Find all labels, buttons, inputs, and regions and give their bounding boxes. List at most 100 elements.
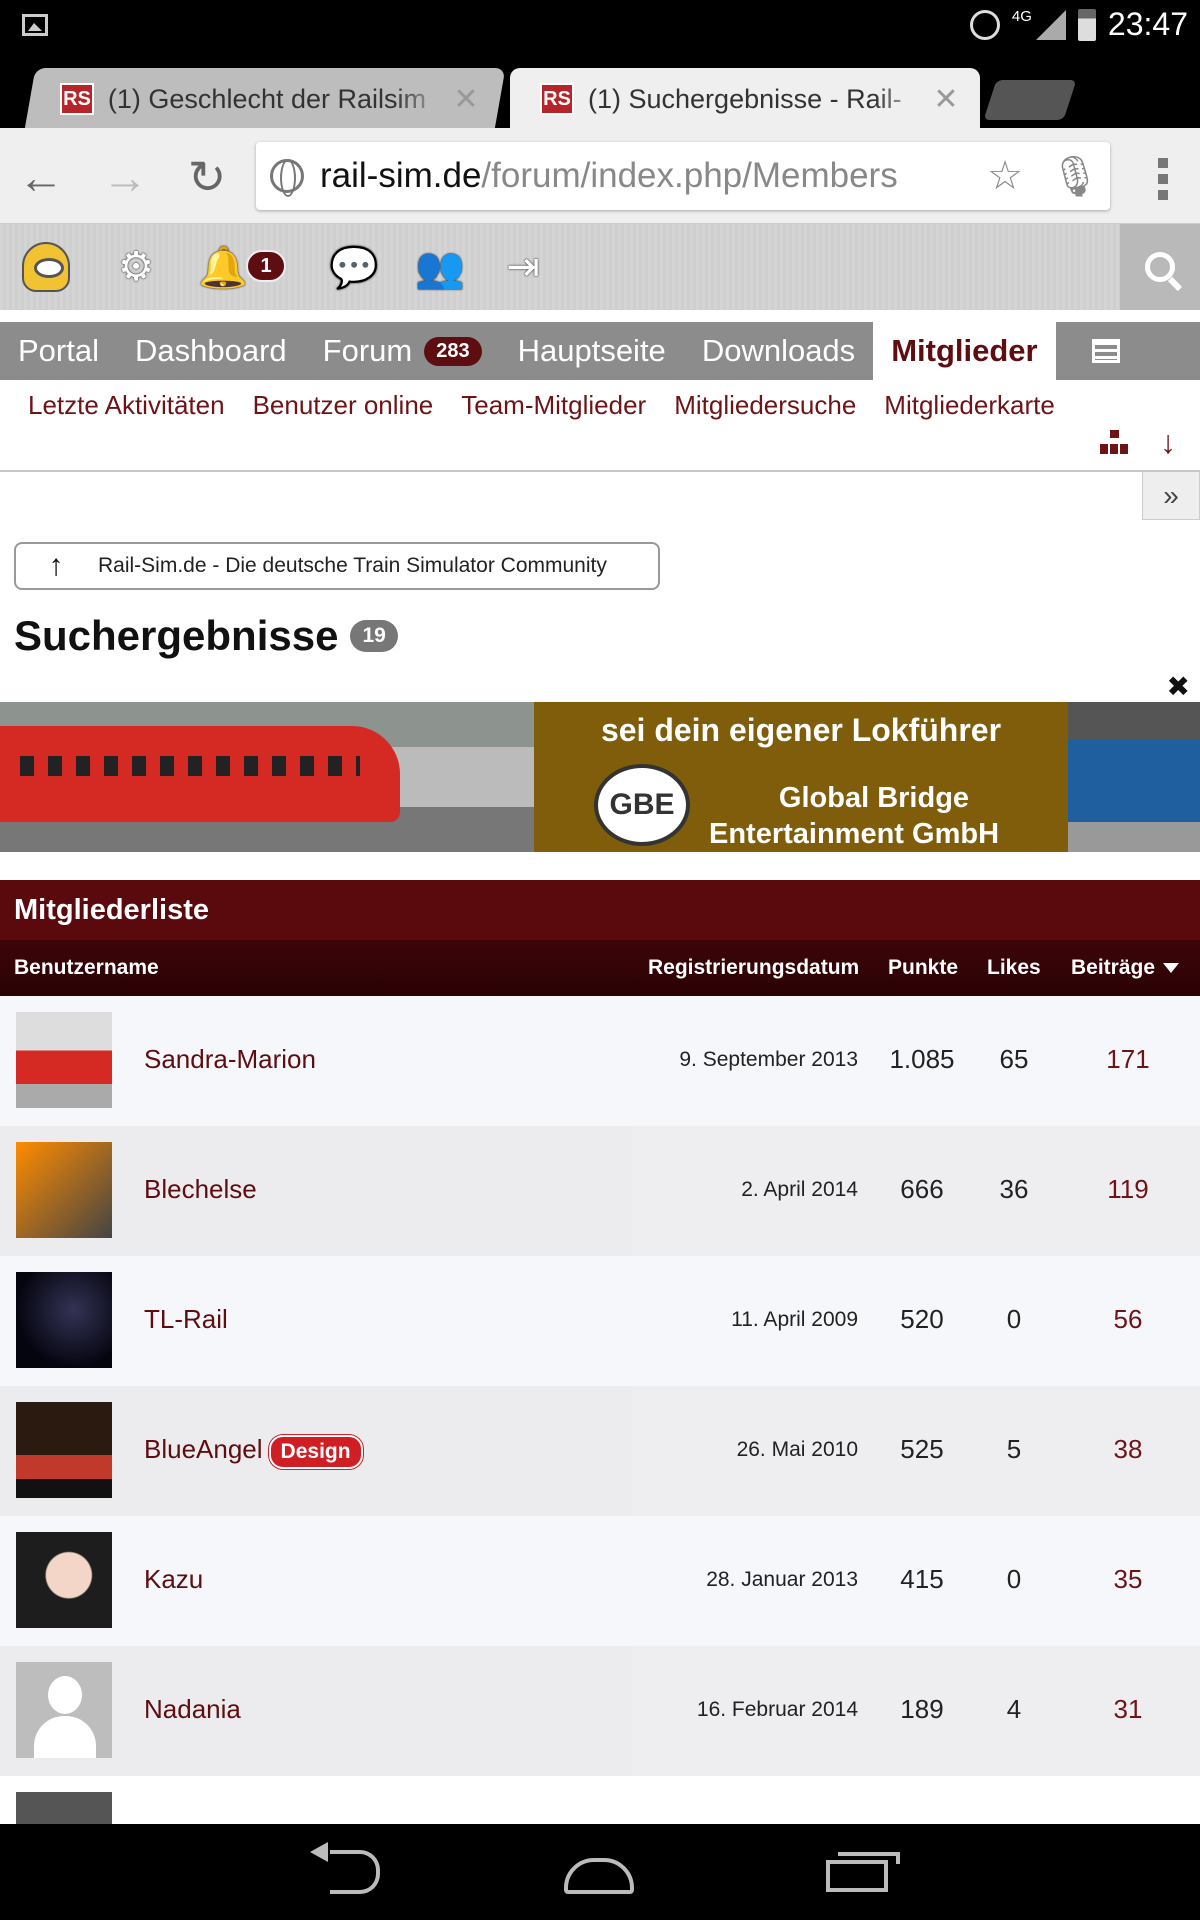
main-nav: Portal Dashboard Forum 283 Hauptseite Dow… (0, 322, 1200, 380)
member-name-cell: BlueAngel Design (0, 1386, 632, 1516)
nav-downloads[interactable]: Downloads (684, 322, 873, 380)
subnav-mitgliederkarte[interactable]: Mitgliederkarte (884, 390, 1055, 420)
address-bar[interactable]: rail-sim.de/forum/index.php/Members ☆ 🎙 (256, 142, 1110, 210)
member-avatar[interactable] (16, 1272, 112, 1368)
nav-mitglieder[interactable]: Mitglieder (873, 322, 1056, 380)
sort-desc-icon (1163, 963, 1180, 974)
member-list-columns: Benutzername Registrierungsdatum Punkte … (0, 940, 1200, 996)
col-points[interactable]: Punkte (888, 956, 958, 980)
col-username[interactable]: Benutzername (14, 956, 159, 980)
notification-badge: 1 (246, 250, 286, 282)
member-likes: 0 (1006, 1304, 1022, 1334)
member-points: 525 (900, 1434, 944, 1464)
battery-icon (1077, 8, 1096, 41)
breadcrumb-link[interactable]: Rail-Sim.de - Die deutsche Train Simulat… (98, 554, 607, 578)
col-posts[interactable]: Beiträge (1071, 956, 1180, 980)
member-row: Kazu 28. Januar 2013 415 0 35 (0, 1516, 1200, 1646)
sidebar-toggle-icon[interactable]: » (1142, 472, 1200, 520)
sub-nav: Letzte Aktivitäten Benutzer online Team-… (0, 380, 1200, 470)
bookmark-star-icon[interactable]: ☆ (970, 153, 1040, 199)
system-home-icon[interactable] (564, 1858, 634, 1894)
close-tab-icon[interactable]: ✕ (926, 82, 966, 117)
member-posts[interactable]: 171 (1056, 1044, 1200, 1075)
member-likes: 36 (999, 1174, 1029, 1204)
member-name[interactable]: Sandra-Marion (144, 1044, 316, 1075)
member-registered: 9. September 2013 (679, 1048, 858, 1071)
overflow-menu-icon[interactable] (1158, 158, 1170, 206)
member-avatar[interactable] (16, 1532, 112, 1628)
col-registered[interactable]: Registrierungsdatum (648, 956, 859, 980)
tab-title: (1) Suchergebnisse - Rail- (588, 83, 902, 114)
subnav-team-mitglieder[interactable]: Team-Mitglieder (461, 390, 646, 420)
member-avatar[interactable] (16, 1662, 112, 1758)
tab-strip: RS (1) Geschlecht der Railsim ✕ RS (1) S… (0, 50, 1200, 130)
settings-gears-icon[interactable]: ⚙ (110, 242, 162, 292)
system-nav-bar (0, 1824, 1200, 1920)
subnav-benutzer-online[interactable]: Benutzer online (253, 390, 434, 420)
members-icon[interactable]: 👥 (412, 242, 468, 292)
banner-slogan: sei dein eigener Lokführer (600, 712, 1002, 748)
member-avatar[interactable] (16, 1012, 112, 1108)
member-posts[interactable]: 31 (1056, 1694, 1200, 1725)
nav-portal[interactable]: Portal (0, 322, 117, 380)
jump-down-icon[interactable]: ↓ (1160, 426, 1176, 458)
system-recent-apps-icon[interactable] (826, 1852, 900, 1892)
member-name[interactable]: Nadania (144, 1694, 241, 1725)
member-posts[interactable]: 35 (1056, 1564, 1200, 1595)
member-name[interactable]: TL-Rail (144, 1304, 228, 1335)
member-points: 415 (900, 1564, 944, 1594)
subnav-tools: ↓ (1100, 426, 1176, 458)
picture-notification-icon (22, 14, 48, 36)
forward-arrow-icon[interactable]: → (98, 150, 152, 204)
member-name[interactable]: Blechelse (144, 1174, 257, 1205)
col-likes[interactable]: Likes (987, 956, 1041, 980)
member-likes: 4 (1006, 1694, 1022, 1724)
advertisement-banner[interactable]: sei dein eigener Lokführer GBE Global Br… (0, 702, 1200, 852)
banner-company-line-1: Global Bridge (778, 782, 970, 814)
conversations-icon[interactable]: 💬 (326, 242, 382, 292)
close-banner-icon[interactable]: ✖ (1167, 670, 1190, 703)
member-name[interactable]: Kazu (144, 1564, 203, 1595)
member-name-cell: Kazu (0, 1516, 632, 1646)
subnav-mitgliedersuche[interactable]: Mitgliedersuche (674, 390, 856, 420)
tab-title: (1) Geschlecht der Railsim (108, 83, 427, 114)
member-name[interactable]: BlueAngel Design (144, 1434, 363, 1469)
member-avatar[interactable] (16, 1142, 112, 1238)
status-bar: 4G 23:47 (0, 0, 1200, 50)
network-type: 4G (1011, 8, 1032, 25)
new-tab-button[interactable] (983, 80, 1077, 120)
logout-icon[interactable]: ⇥ (500, 242, 546, 292)
sitemap-icon[interactable] (1100, 430, 1128, 454)
back-arrow-icon[interactable]: ← (14, 150, 68, 204)
reload-icon[interactable]: ↻ (180, 150, 234, 204)
member-name-cell: Nadania (0, 1646, 632, 1776)
member-list-title: Mitgliederliste (0, 880, 1200, 940)
close-tab-icon[interactable]: ✕ (446, 82, 486, 117)
breadcrumb[interactable]: ↑ Rail-Sim.de - Die deutsche Train Simul… (14, 542, 660, 590)
nav-more[interactable] (1056, 322, 1138, 380)
notifications-bell-icon[interactable]: 🔔 (198, 242, 248, 292)
browser-tab-1[interactable]: RS (1) Geschlecht der Railsim ✕ (24, 68, 506, 130)
result-count-badge: 19 (350, 620, 398, 652)
member-row: Nadania 16. Februar 2014 189 4 31 (0, 1646, 1200, 1776)
browser-toolbar: ← → ↻ rail-sim.de/forum/index.php/Member… (0, 128, 1200, 224)
user-avatar[interactable] (22, 242, 70, 292)
member-posts[interactable]: 56 (1056, 1304, 1200, 1335)
subnav-letzte-aktivitaeten[interactable]: Letzte Aktivitäten (28, 390, 225, 420)
browser-tab-2[interactable]: RS (1) Suchergebnisse - Rail- ✕ (510, 68, 980, 130)
nav-hauptseite[interactable]: Hauptseite (500, 322, 684, 380)
member-row: Sandra-Marion 9. September 2013 1.085 65 171 (0, 996, 1200, 1126)
microphone-icon[interactable]: 🎙 (1040, 153, 1110, 200)
favicon: RS (540, 83, 574, 115)
url-text[interactable]: rail-sim.de/forum/index.php/Members (320, 156, 970, 196)
nav-forum[interactable]: Forum 283 (305, 322, 500, 380)
member-avatar[interactable] (16, 1402, 112, 1498)
search-button[interactable] (1120, 224, 1200, 310)
member-points: 520 (900, 1304, 944, 1334)
member-posts[interactable]: 119 (1056, 1174, 1200, 1205)
member-likes: 0 (1006, 1564, 1022, 1594)
divider (0, 470, 1200, 472)
system-back-icon[interactable] (310, 1842, 380, 1894)
nav-dashboard[interactable]: Dashboard (117, 322, 305, 380)
member-posts[interactable]: 38 (1056, 1434, 1200, 1465)
